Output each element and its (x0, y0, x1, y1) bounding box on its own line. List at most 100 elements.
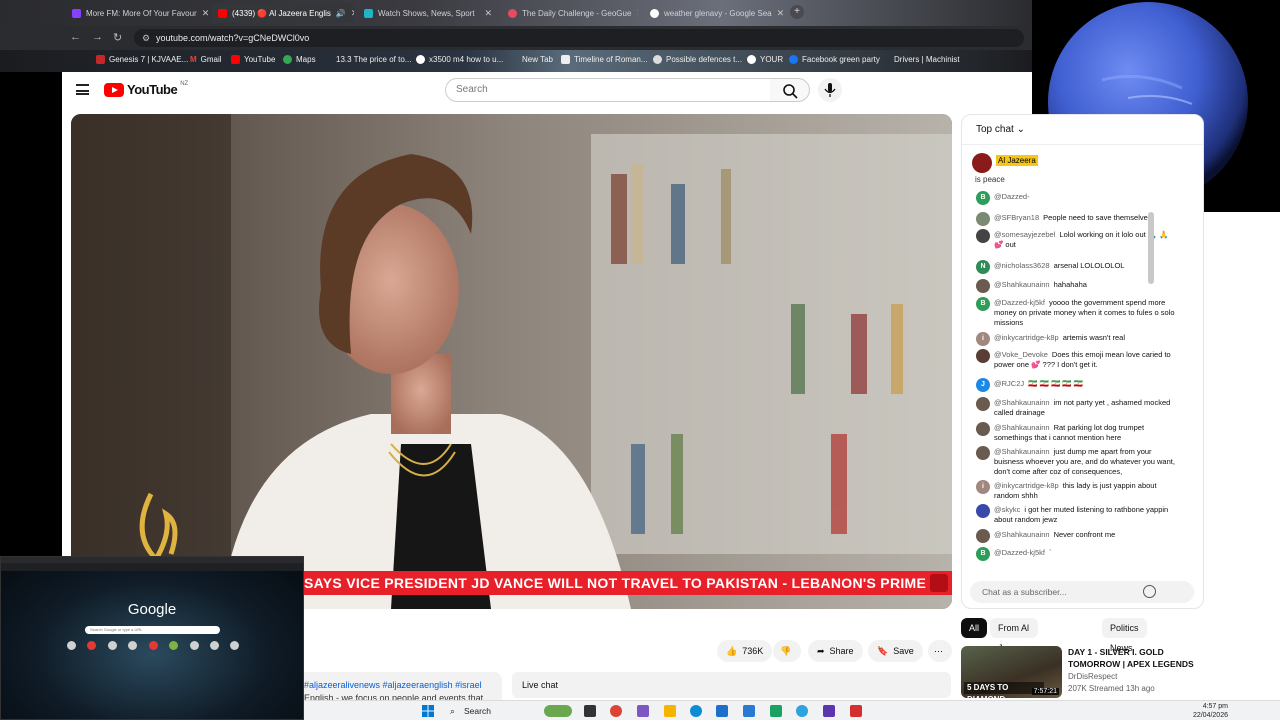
tab-watch-shows[interactable]: Watch Shows, News, Sport ✕ (358, 3, 498, 23)
save-button[interactable]: 🔖 Save (868, 640, 923, 662)
avatar[interactable] (976, 504, 990, 518)
avatar[interactable] (976, 279, 990, 293)
chat-author[interactable]: @Shahkaunainn (994, 280, 1050, 289)
bookmark-youtube[interactable]: YouTube (231, 55, 275, 64)
chat-author[interactable]: @RJC2J (994, 379, 1024, 388)
system-clock[interactable]: 4:57 pm 22/04/2026 (1193, 702, 1228, 720)
emoji-icon[interactable] (1143, 585, 1156, 598)
new-tab-button[interactable]: + (790, 5, 804, 19)
voice-search-button[interactable] (818, 78, 842, 102)
dislike-button[interactable]: 👎 (773, 640, 801, 662)
chrome-icon[interactable] (610, 705, 622, 717)
video-thumbnail[interactable]: 5 DAYS TO DIAMOND 7:57:21 (961, 646, 1062, 698)
bookmark-genesis[interactable]: Genesis 7 | KJVAAE... (96, 55, 188, 64)
file-explorer-icon[interactable] (664, 705, 676, 717)
avatar[interactable]: B (976, 297, 990, 311)
avatar[interactable] (976, 212, 990, 226)
site-info-icon[interactable]: ⚙ (142, 29, 150, 47)
chat-mode-select[interactable]: Top chat (976, 124, 1014, 135)
avatar[interactable]: J (976, 378, 990, 392)
search-input[interactable]: Search (445, 78, 771, 102)
close-icon[interactable]: ✕ (351, 8, 354, 19)
subscribe-icon[interactable] (930, 574, 948, 592)
bookmark-gmail[interactable]: M Gmail (190, 55, 222, 64)
chip-all[interactable]: All (961, 618, 988, 638)
chat-author[interactable]: @Dazzed-kj5kf (994, 548, 1045, 557)
address-bar[interactable]: ⚙ youtube.com/watch?v=gCNeDWCl0vo (134, 29, 1024, 47)
bookmark-new-tab[interactable]: New Tab (522, 55, 553, 64)
avatar[interactable]: i (976, 480, 990, 494)
avatar[interactable] (976, 397, 990, 411)
chat-author[interactable]: @Shahkaunainn (994, 423, 1050, 432)
mail-icon[interactable] (716, 705, 728, 717)
speaker-icon[interactable]: 🔊 (336, 9, 346, 18)
youtube-logo[interactable]: YouTube NZ (104, 81, 188, 97)
chat-author[interactable]: @inkycartridge-k8p (994, 333, 1059, 342)
close-icon[interactable]: ✕ (636, 8, 638, 19)
avatar[interactable] (976, 229, 990, 243)
store-icon[interactable] (743, 705, 755, 717)
taskbar-search[interactable]: ⌕ Search (444, 704, 544, 718)
chat-author[interactable]: @inkycartridge-k8p (994, 481, 1059, 490)
video-title[interactable]: DAY 1 - SILVER I. GOLD TOMORROW | APEX L… (1068, 646, 1198, 670)
avatar[interactable] (976, 349, 990, 363)
avatar[interactable] (976, 529, 990, 543)
bookmark-defences[interactable]: Possible defences t... (653, 55, 742, 64)
chat-author[interactable]: @skykc (994, 505, 1020, 514)
forward-icon[interactable]: → (92, 31, 103, 43)
share-button[interactable]: ➦ Share (808, 640, 863, 662)
like-button[interactable]: 👍 736K (717, 640, 773, 662)
edge-icon[interactable] (690, 705, 702, 717)
chat-author[interactable]: @Shahkaunainn (994, 398, 1050, 407)
task-view-icon[interactable] (584, 705, 596, 717)
chat-author[interactable]: @Shahkaunainn (994, 530, 1050, 539)
chat-author[interactable]: @SFBryan18 (994, 213, 1039, 222)
avatar[interactable]: i (976, 332, 990, 346)
app-icon[interactable] (770, 705, 782, 717)
widgets-icon[interactable] (544, 705, 572, 717)
chat-author[interactable]: @Shahkaunainn (994, 447, 1050, 456)
avatar[interactable] (976, 422, 990, 436)
channel-name[interactable]: DrDisRespect (1068, 672, 1117, 681)
bookmark-drivers[interactable]: Drivers | Machinist (894, 55, 960, 64)
chevron-down-icon[interactable]: ⌄ (1017, 124, 1025, 135)
tab-geoguessr[interactable]: The Daily Challenge - GeoGue ✕ (502, 3, 638, 23)
tab-al-jazeera[interactable]: (4339) 🔴 Al Jazeera Englis 🔊 ✕ (212, 3, 354, 23)
app-icon[interactable] (637, 705, 649, 717)
chat-author[interactable]: @Voke_Devoke (994, 350, 1048, 359)
avatar[interactable]: B (976, 191, 990, 205)
telegram-icon[interactable] (796, 705, 808, 717)
app-icon[interactable] (823, 705, 835, 717)
app-icon[interactable] (850, 705, 862, 717)
video-player[interactable]: SAYS VICE PRESIDENT JD VANCE WILL NOT TR… (71, 114, 952, 609)
chat-author[interactable]: @Dazzed- (994, 192, 1030, 201)
chip-from-al-jazeera[interactable]: From Al Jazeera English (990, 618, 1039, 673)
bookmark-timeline[interactable]: Timeline of Roman... (561, 55, 648, 64)
close-icon[interactable]: ✕ (484, 8, 492, 19)
tab-more-fm[interactable]: More FM: More Of Your Favour ✕ (66, 3, 208, 23)
chat-author[interactable]: @nicholass3628 (994, 261, 1050, 270)
bookmark-price[interactable]: 13.3 The price of to... (336, 55, 411, 64)
reload-icon[interactable]: ↻ (113, 31, 122, 44)
avatar[interactable]: N (976, 260, 990, 274)
bookmark-maps[interactable]: Maps (283, 55, 316, 64)
chip-politics-news[interactable]: Politics News (1102, 618, 1147, 653)
chat-author[interactable]: @Dazzed-kj5kf (994, 298, 1045, 307)
close-icon[interactable]: ✕ (777, 8, 785, 19)
avatar[interactable]: B (976, 547, 990, 561)
bookmark-x3500[interactable]: x3500 m4 how to u... (416, 55, 503, 64)
back-icon[interactable]: ← (70, 31, 81, 43)
chat-scrollbar[interactable] (1148, 212, 1154, 284)
close-icon[interactable]: ✕ (202, 8, 208, 19)
chat-author[interactable]: @somesayjezebel (994, 230, 1055, 239)
menu-icon[interactable] (76, 84, 89, 95)
more-actions-button[interactable]: ⋯ (928, 640, 952, 662)
tab-google-weather[interactable]: weather glenavy - Google Sea ✕ (644, 3, 786, 23)
bookmark-facebook[interactable]: Facebook green party (789, 55, 880, 64)
avatar[interactable] (976, 446, 990, 460)
live-chat-toggle[interactable]: Live chat (512, 672, 951, 698)
bookmark-your[interactable]: YOUR (747, 55, 783, 64)
search-button[interactable] (770, 78, 810, 102)
chat-input[interactable]: Chat as a subscriber... ♡ (970, 581, 1194, 603)
windows-start-icon[interactable] (422, 705, 434, 717)
